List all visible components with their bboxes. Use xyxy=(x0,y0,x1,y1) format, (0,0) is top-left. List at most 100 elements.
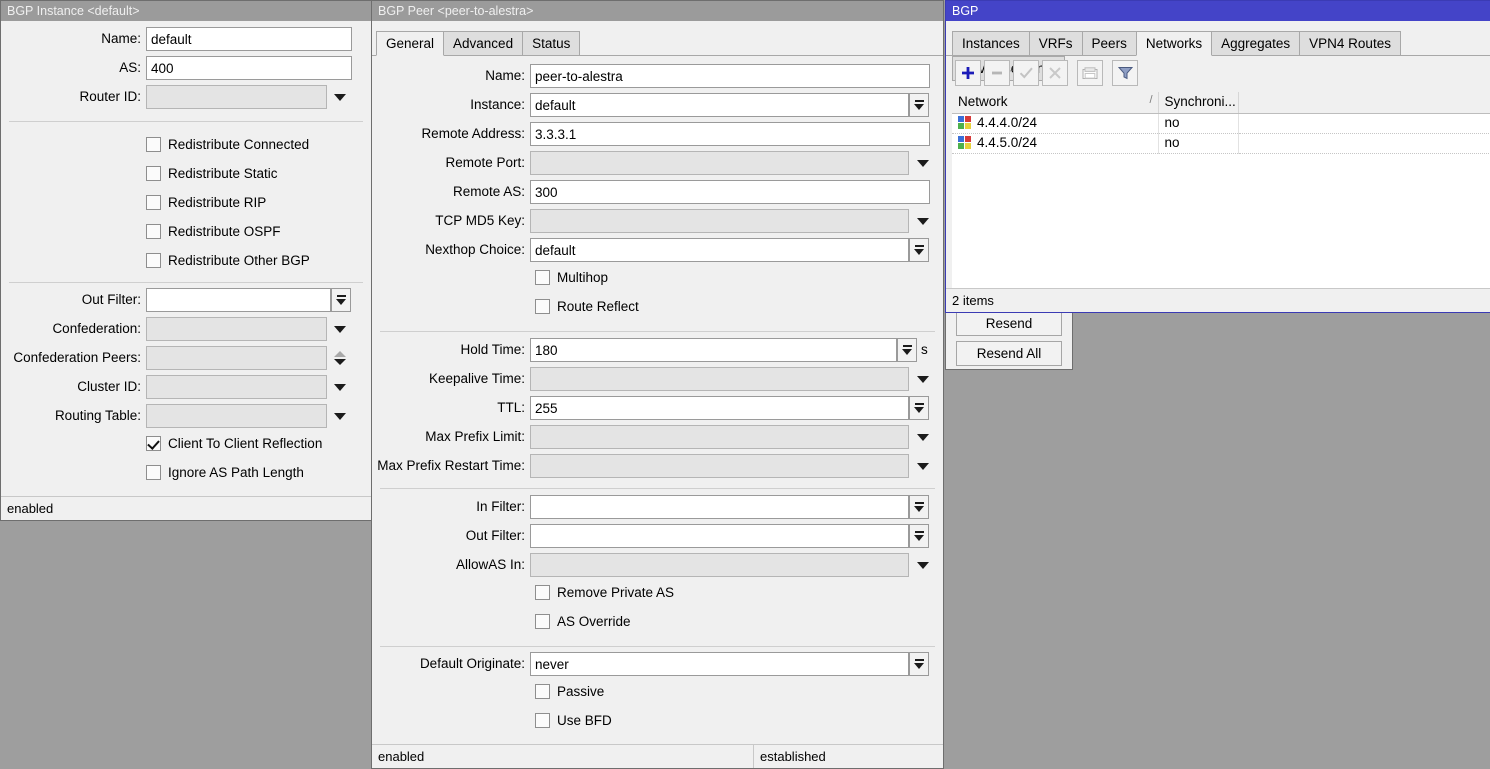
cell-synchronize[interactable]: no xyxy=(1158,133,1238,153)
as-override-checkbox[interactable] xyxy=(535,614,550,629)
tab-status[interactable]: Status xyxy=(522,31,580,56)
tab-networks[interactable]: Networks xyxy=(1136,31,1212,56)
confederation-peers-input[interactable] xyxy=(146,346,327,370)
max-prefix-restart-time-dropdown-icon[interactable] xyxy=(913,454,933,478)
networks-table: Network / Synchroni... xyxy=(952,92,1490,154)
nexthop-choice-combo-icon[interactable] xyxy=(909,238,929,262)
bgp-list-titlebar[interactable]: BGP xyxy=(946,1,1490,21)
redistribute-static-checkbox[interactable] xyxy=(146,166,161,181)
out-filter-combo-icon[interactable] xyxy=(331,288,351,312)
default-originate-combo-icon[interactable] xyxy=(909,652,929,676)
use-bfd-checkbox[interactable] xyxy=(535,713,550,728)
tcp-md5-key-input[interactable] xyxy=(530,209,909,233)
redistribute-ospf-checkbox[interactable] xyxy=(146,224,161,239)
peer-out-filter-input[interactable] xyxy=(530,524,909,548)
max-prefix-restart-time-input[interactable] xyxy=(530,454,909,478)
checkbox-row-remove-private-as[interactable]: Remove Private AS xyxy=(372,582,945,611)
tab-aggregates[interactable]: Aggregates xyxy=(1211,31,1300,56)
checkbox-row-redistribute-rip[interactable]: Redistribute RIP xyxy=(1,192,373,221)
checkbox-row-redistribute-connected[interactable]: Redistribute Connected xyxy=(1,134,373,163)
remote-port-input[interactable] xyxy=(530,151,909,175)
tab-vrfs[interactable]: VRFs xyxy=(1029,31,1083,56)
ttl-combo-icon[interactable] xyxy=(909,396,929,420)
redistribute-connected-checkbox[interactable] xyxy=(146,137,161,152)
column-header-synchronize[interactable]: Synchroni... xyxy=(1158,92,1238,113)
cluster-id-input[interactable] xyxy=(146,375,327,399)
tab-advanced[interactable]: Advanced xyxy=(443,31,523,56)
checkbox-row-ignore-as-path-length[interactable]: Ignore AS Path Length xyxy=(1,462,373,491)
routing-table-dropdown-icon[interactable] xyxy=(330,404,350,428)
remote-port-dropdown-icon[interactable] xyxy=(913,151,933,175)
cluster-id-dropdown-icon[interactable] xyxy=(330,375,350,399)
hold-time-input[interactable] xyxy=(530,338,897,362)
checkbox-row-as-override[interactable]: AS Override xyxy=(372,611,945,640)
table-row[interactable]: 4.4.4.0/24 no xyxy=(952,113,1490,133)
in-filter-input[interactable] xyxy=(530,495,909,519)
remote-port-label: Remote Port: xyxy=(372,151,525,175)
peer-divider-2 xyxy=(380,488,935,489)
allowas-in-input[interactable] xyxy=(530,553,909,577)
multihop-checkbox[interactable] xyxy=(535,270,550,285)
max-prefix-restart-time-label: Max Prefix Restart Time: xyxy=(372,454,525,478)
tab-instances[interactable]: Instances xyxy=(952,31,1030,56)
in-filter-combo-icon[interactable] xyxy=(909,495,929,519)
checkbox-row-passive[interactable]: Passive xyxy=(372,681,945,710)
cell-network[interactable]: 4.4.5.0/24 xyxy=(952,133,1158,153)
bgp-peer-titlebar[interactable]: BGP Peer <peer-to-alestra> xyxy=(372,1,943,21)
out-filter-input[interactable] xyxy=(146,288,331,312)
redistribute-rip-checkbox[interactable] xyxy=(146,195,161,210)
default-originate-input[interactable] xyxy=(530,652,909,676)
tab-peers[interactable]: Peers xyxy=(1082,31,1137,56)
keepalive-time-dropdown-icon[interactable] xyxy=(913,367,933,391)
instance-input[interactable] xyxy=(530,93,909,117)
nexthop-choice-input[interactable] xyxy=(530,238,909,262)
allowas-in-dropdown-icon[interactable] xyxy=(913,553,933,577)
checkbox-row-redistribute-static[interactable]: Redistribute Static xyxy=(1,163,373,192)
tab-vpn4-routes[interactable]: VPN4 Routes xyxy=(1299,31,1401,56)
max-prefix-limit-input[interactable] xyxy=(530,425,909,449)
instance-combo-icon[interactable] xyxy=(909,93,929,117)
router-id-dropdown-icon[interactable] xyxy=(330,85,350,109)
column-header-network[interactable]: Network / xyxy=(952,92,1158,113)
remote-as-input[interactable] xyxy=(530,180,930,204)
redistribute-other-bgp-checkbox[interactable] xyxy=(146,253,161,268)
form-row-peer-out-filter: Out Filter: xyxy=(372,524,945,553)
router-id-input[interactable] xyxy=(146,85,327,109)
checkbox-row-multihop[interactable]: Multihop xyxy=(372,267,945,296)
peer-name-input[interactable] xyxy=(530,64,930,88)
hold-time-combo-icon[interactable] xyxy=(897,338,917,362)
remove-private-as-checkbox[interactable] xyxy=(535,585,550,600)
resend-button[interactable]: Resend xyxy=(956,311,1062,336)
ttl-input[interactable] xyxy=(530,396,909,420)
column-header-blank[interactable] xyxy=(1238,92,1490,113)
client-to-client-reflection-checkbox[interactable] xyxy=(146,436,161,451)
routing-table-input[interactable] xyxy=(146,404,327,428)
table-row[interactable]: 4.4.5.0/24 no xyxy=(952,133,1490,153)
name-input[interactable] xyxy=(146,27,352,51)
peer-out-filter-combo-icon[interactable] xyxy=(909,524,929,548)
confederation-peers-spinner-icon[interactable] xyxy=(330,346,350,370)
bgp-list-statusbar: 2 items xyxy=(946,288,1490,312)
confederation-dropdown-icon[interactable] xyxy=(330,317,350,341)
checkbox-row-redistribute-ospf[interactable]: Redistribute OSPF xyxy=(1,221,373,250)
keepalive-time-input[interactable] xyxy=(530,367,909,391)
ignore-as-path-length-checkbox[interactable] xyxy=(146,465,161,480)
as-input[interactable] xyxy=(146,56,352,80)
tcp-md5-key-dropdown-icon[interactable] xyxy=(913,209,933,233)
remote-address-input[interactable] xyxy=(530,122,930,146)
checkbox-row-redistribute-other-bgp[interactable]: Redistribute Other BGP xyxy=(1,250,373,279)
checkbox-row-route-reflect[interactable]: Route Reflect xyxy=(372,296,945,325)
filter-button[interactable] xyxy=(1112,60,1138,86)
passive-checkbox[interactable] xyxy=(535,684,550,699)
cell-network[interactable]: 4.4.4.0/24 xyxy=(952,113,1158,133)
route-reflect-checkbox[interactable] xyxy=(535,299,550,314)
resend-all-button[interactable]: Resend All xyxy=(956,341,1062,366)
add-button[interactable] xyxy=(955,60,981,86)
max-prefix-limit-dropdown-icon[interactable] xyxy=(913,425,933,449)
cell-synchronize[interactable]: no xyxy=(1158,113,1238,133)
tab-general[interactable]: General xyxy=(376,31,444,56)
bgp-instance-titlebar[interactable]: BGP Instance <default> xyxy=(1,1,371,21)
checkbox-row-use-bfd[interactable]: Use BFD xyxy=(372,710,945,739)
checkbox-row-client-to-client-reflection[interactable]: Client To Client Reflection xyxy=(1,433,373,462)
confederation-input[interactable] xyxy=(146,317,327,341)
